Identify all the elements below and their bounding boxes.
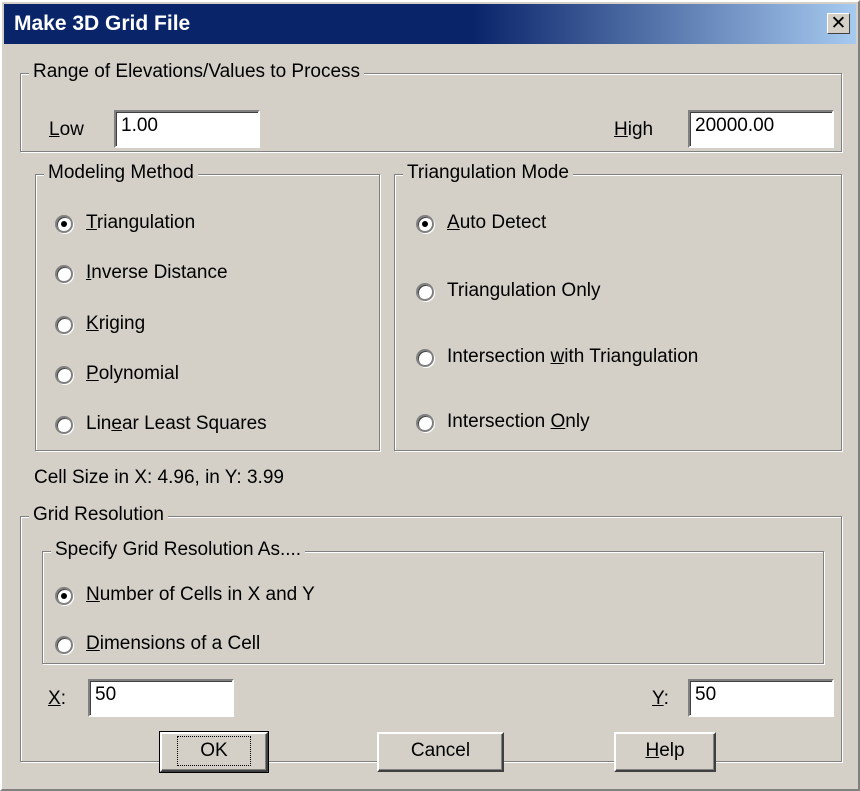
high-input[interactable]: 20000.00 <box>688 110 834 148</box>
radio-label: Auto Detect <box>447 212 547 233</box>
ok-button[interactable]: OK <box>159 731 269 773</box>
radio-indicator <box>416 283 434 301</box>
make-3d-grid-dialog: Make 3D Grid File ✕ Range of Elevations/… <box>0 0 860 791</box>
cancel-button[interactable]: Cancel <box>377 732 504 772</box>
radio-indicator <box>55 587 73 605</box>
radio-indicator <box>416 215 434 233</box>
window-title: Make 3D Grid File <box>14 12 191 35</box>
radio-label: Intersection Only <box>447 411 590 432</box>
low-input[interactable]: 1.00 <box>114 110 260 148</box>
triangulation-mode-legend: Triangulation Mode <box>403 162 573 184</box>
close-button[interactable]: ✕ <box>827 13 850 34</box>
x-cells-input[interactable]: 50 <box>88 679 234 717</box>
low-label: Low <box>49 119 84 140</box>
radio-label: Triangulation <box>86 212 196 233</box>
range-legend: Range of Elevations/Values to Process <box>29 61 365 83</box>
radio-indicator <box>55 636 73 654</box>
modeling-method-legend: Modeling Method <box>44 162 198 184</box>
radio-label: Number of Cells in X and Y <box>86 584 315 605</box>
grid-resolution-legend: Grid Resolution <box>29 504 168 526</box>
radio-indicator <box>55 366 73 384</box>
high-label: High <box>614 119 654 140</box>
specify-resolution-legend: Specify Grid Resolution As.... <box>51 539 306 561</box>
radio-label: Kriging <box>86 313 146 334</box>
radio-label: Intersection with Triangulation <box>447 346 699 367</box>
cell-size-text: Cell Size in X: 4.96, in Y: 3.99 <box>34 467 284 488</box>
close-icon: ✕ <box>830 13 847 34</box>
help-label: Help <box>645 740 685 761</box>
radio-indicator <box>55 416 73 434</box>
radio-label: Inverse Distance <box>86 262 228 283</box>
x-label: X: <box>48 688 66 709</box>
ok-label: OK <box>177 736 251 766</box>
title-bar[interactable]: Make 3D Grid File ✕ <box>4 4 856 44</box>
radio-indicator <box>416 414 434 432</box>
radio-label: Triangulation Only <box>447 280 601 301</box>
radio-indicator <box>416 349 434 367</box>
radio-indicator <box>55 316 73 334</box>
y-label: Y: <box>652 688 669 709</box>
radio-label: Linear Least Squares <box>86 413 267 434</box>
radio-indicator <box>55 265 73 283</box>
radio-label: Polynomial <box>86 363 179 384</box>
range-group: Range of Elevations/Values to Process Lo… <box>20 61 842 152</box>
cancel-label: Cancel <box>410 740 471 761</box>
help-button[interactable]: Help <box>614 732 716 772</box>
radio-indicator <box>55 215 73 233</box>
radio-label: Dimensions of a Cell <box>86 633 261 654</box>
y-cells-input[interactable]: 50 <box>688 679 834 717</box>
